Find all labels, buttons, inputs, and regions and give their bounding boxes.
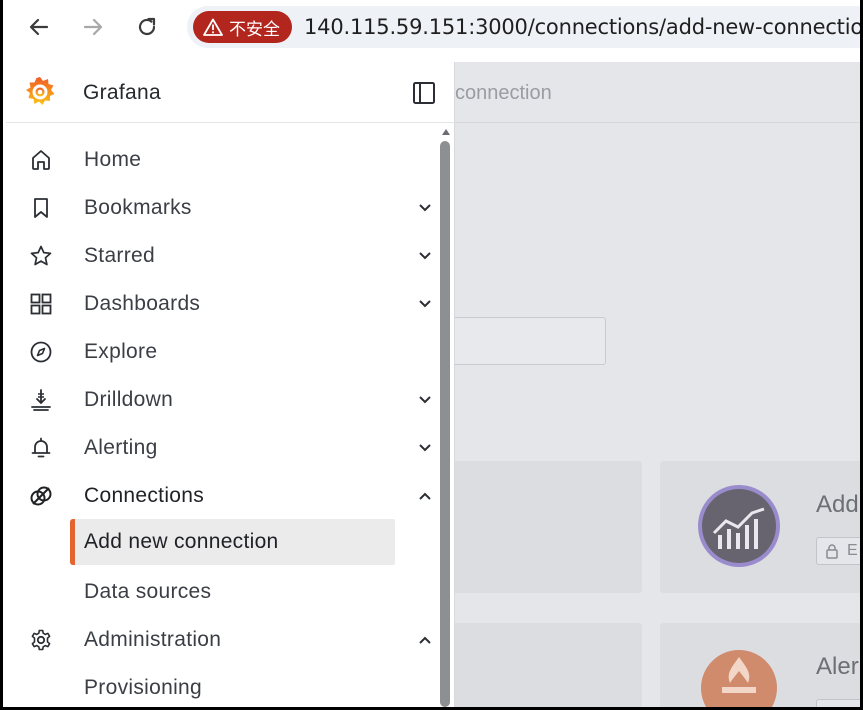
brand-name: Grafana — [83, 81, 161, 104]
menu-item-drilldown[interactable]: Drilldown — [6, 376, 446, 424]
menu-item-administration[interactable]: Administration — [6, 616, 446, 664]
card-badge-label: E — [847, 542, 858, 559]
dock-menu-icon[interactable] — [412, 81, 436, 105]
forward-button[interactable] — [77, 11, 109, 43]
card-title: Add — [816, 491, 859, 518]
connection-card[interactable]: Add E — [660, 461, 860, 593]
side-menu: Grafana Home Bookmarks Starred Dashboard… — [6, 62, 455, 707]
menu-item-label: Provisioning — [84, 676, 202, 699]
menu-item-label: Bookmarks — [84, 196, 192, 219]
menu-item-home[interactable]: Home — [6, 136, 446, 184]
connection-card[interactable] — [446, 461, 642, 593]
gear-icon — [28, 627, 54, 653]
security-label: 不安全 — [229, 19, 280, 39]
chevron-down-icon[interactable] — [416, 439, 434, 457]
menu-item-add-new-connection[interactable]: Add new connection — [70, 519, 395, 565]
home-icon — [28, 147, 54, 173]
back-button[interactable] — [23, 11, 55, 43]
card-title: Aler — [816, 653, 859, 680]
drilldown-icon — [28, 387, 54, 413]
menu-item-dashboards[interactable]: Dashboards — [6, 280, 446, 328]
browser-window: 不安全 140.115.59.151:3000/connections/add-… — [0, 0, 863, 710]
sidebar-scrollbar-thumb[interactable] — [440, 141, 450, 707]
menu-item-data-sources[interactable]: Data sources — [6, 568, 446, 616]
connection-card[interactable]: Aler — [660, 623, 860, 707]
menu-item-label: Explore — [84, 340, 158, 363]
menu-item-label: Add new connection — [84, 530, 279, 553]
menu-item-label: Home — [84, 148, 142, 171]
connection-card[interactable] — [446, 623, 642, 707]
chevron-up-icon[interactable] — [416, 631, 434, 649]
arrow-right-icon — [83, 18, 103, 36]
alertmanager-logo-icon — [701, 650, 777, 707]
prometheus-logo-icon — [698, 485, 780, 567]
chevron-down-icon[interactable] — [416, 247, 434, 265]
active-indicator — [70, 519, 75, 565]
address-bar[interactable]: 不安全 140.115.59.151:3000/connections/add-… — [187, 6, 860, 48]
reload-icon — [138, 17, 156, 36]
url-text[interactable]: 140.115.59.151:3000/connections/add-new-… — [304, 15, 860, 39]
reload-button[interactable] — [131, 11, 163, 43]
menu-item-bookmarks[interactable]: Bookmarks — [6, 184, 446, 232]
star-icon — [28, 243, 54, 269]
menu-item-provisioning[interactable]: Provisioning — [6, 664, 446, 707]
warning-icon — [203, 18, 223, 36]
breadcrumb: connection — [455, 82, 552, 104]
menu-item-alerting[interactable]: Alerting — [6, 424, 446, 472]
menu-item-label: Alerting — [84, 436, 158, 459]
compass-icon — [28, 339, 54, 365]
menu-item-label: Dashboards — [84, 292, 201, 315]
bell-icon — [28, 435, 54, 461]
menu-item-label: Administration — [84, 628, 222, 651]
arrow-left-icon — [29, 18, 49, 36]
card-badge — [816, 699, 860, 707]
menu-item-connections[interactable]: Connections — [6, 472, 446, 520]
chevron-down-icon[interactable] — [416, 199, 434, 217]
menu-item-label: Starred — [84, 244, 155, 267]
chevron-down-icon[interactable] — [416, 391, 434, 409]
search-input[interactable] — [446, 317, 606, 365]
scroll-up-arrow-icon[interactable] — [441, 127, 451, 137]
browser-toolbar: 不安全 140.115.59.151:3000/connections/add-… — [3, 0, 860, 54]
connections-icon — [28, 483, 54, 509]
security-chip[interactable]: 不安全 — [193, 11, 292, 43]
chevron-up-icon[interactable] — [416, 487, 434, 505]
menu-item-starred[interactable]: Starred — [6, 232, 446, 280]
menu-item-explore[interactable]: Explore — [6, 328, 446, 376]
side-menu-header: Grafana — [6, 62, 455, 123]
card-badge: E — [816, 537, 860, 565]
lock-icon — [826, 544, 838, 559]
grafana-logo-icon[interactable] — [22, 74, 58, 110]
apps-icon — [28, 291, 54, 317]
bookmark-icon — [28, 195, 54, 221]
chevron-down-icon[interactable] — [416, 295, 434, 313]
menu-item-label: Data sources — [84, 580, 212, 603]
menu-item-label: Connections — [84, 484, 205, 507]
menu-item-label: Drilldown — [84, 388, 174, 411]
